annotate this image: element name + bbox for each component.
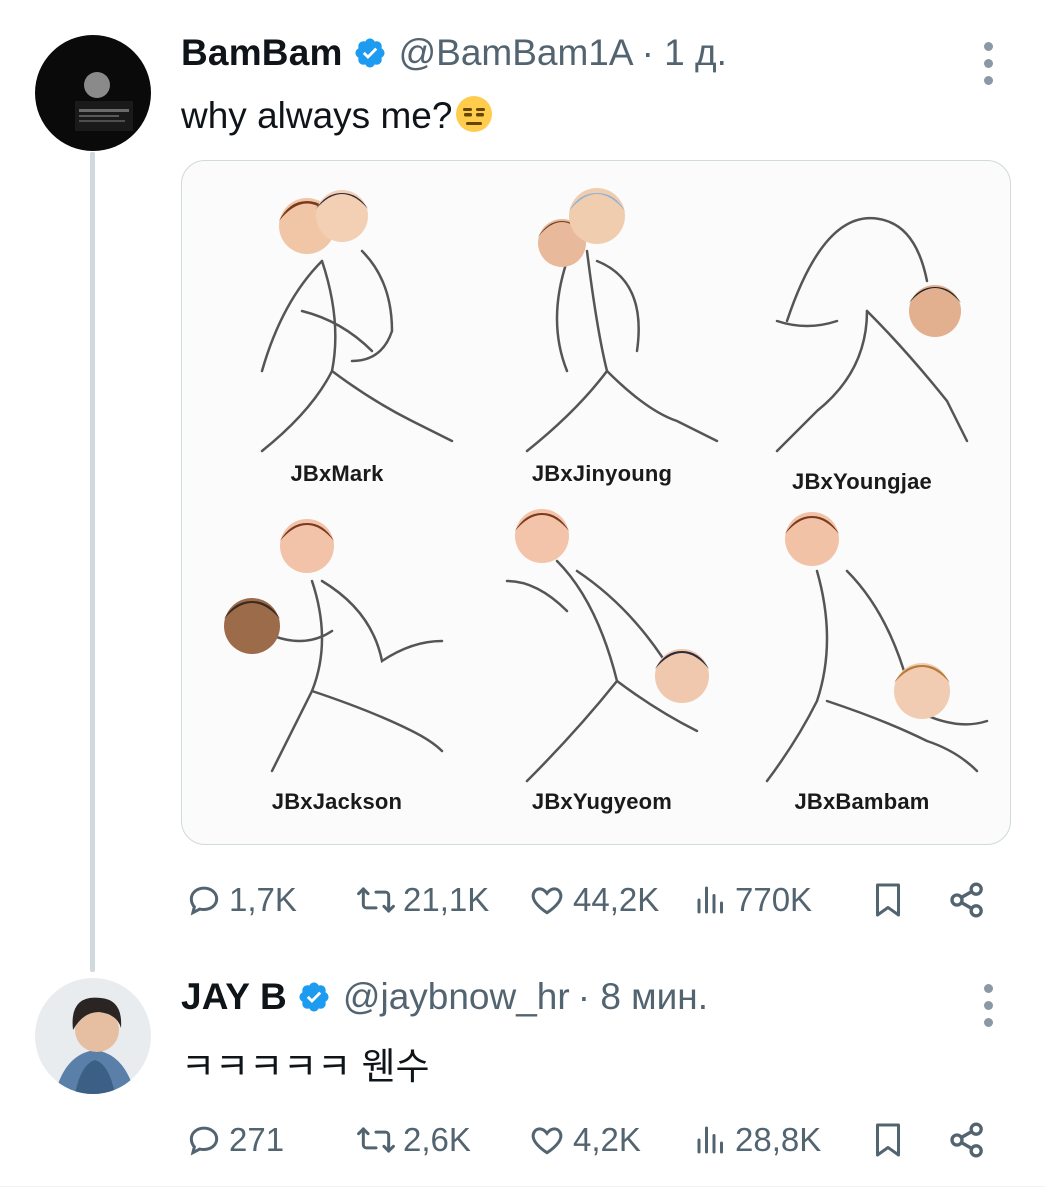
expressionless-face-emoji [456, 96, 493, 132]
heart-icon [531, 887, 563, 915]
author-name[interactable]: JAY B [181, 976, 287, 1018]
figure-drawing [505, 509, 709, 783]
heart-icon [531, 1127, 563, 1155]
verified-badge-icon [353, 36, 387, 70]
bookmark-icon [876, 883, 900, 917]
repost-icon [357, 887, 395, 913]
like-count: 4,2K [573, 1121, 641, 1158]
reply-count: 1,7K [229, 881, 297, 918]
bookmark-button[interactable] [870, 1120, 912, 1160]
more-options-icon[interactable] [978, 984, 998, 1027]
views-count: 28,8K [735, 1121, 822, 1158]
repost-count: 21,1K [403, 881, 490, 918]
views-chart-icon [697, 1126, 723, 1154]
tweet-timestamp[interactable]: · 1 д. [642, 32, 727, 74]
repost-icon [357, 1127, 395, 1153]
bookmark-button[interactable] [870, 880, 912, 920]
verified-badge-icon [297, 980, 331, 1014]
figure-drawing [525, 188, 719, 453]
reply-icon [189, 1126, 219, 1156]
views-button[interactable]: 28,8K [693, 1121, 821, 1159]
share-icon [950, 1122, 983, 1158]
reply-text: ㅋㅋㅋㅋㅋ 웬수 [181, 1046, 430, 1087]
avatar[interactable] [35, 35, 151, 151]
reply-button[interactable]: 1,7K [185, 881, 297, 919]
media-panel-4: JBxJackson [202, 501, 472, 831]
share-button[interactable] [947, 1120, 993, 1160]
media-label: JBxJinyoung [531, 461, 673, 486]
media-panel-3: JBxYoungjae [727, 171, 997, 501]
repost-button[interactable]: 2,6K [355, 1121, 471, 1159]
media-panel-1: JBxMark [202, 171, 472, 501]
media-label: JBxJackson [271, 789, 403, 814]
media-label: JBxMark [290, 461, 384, 486]
reply-actions-bar: 271 2,6K 4,2K 28,8K [185, 1118, 995, 1162]
author-handle[interactable]: @BamBam1A [399, 32, 634, 74]
tweet-text-content: why always me? [181, 95, 453, 136]
thread-connector-line [90, 152, 95, 972]
reply-timestamp[interactable]: · 8 мин. [578, 976, 708, 1018]
figure-drawing [765, 512, 989, 783]
reply-button[interactable]: 271 [185, 1121, 284, 1159]
figure-drawing [775, 216, 969, 453]
share-button[interactable] [947, 880, 993, 920]
media-panel-2: JBxJinyoung [467, 171, 737, 501]
tweet-header: BamBam @BamBam1A · 1 д. [181, 32, 727, 74]
media-panel-6: JBxBambam [727, 501, 997, 831]
reply-icon [189, 886, 219, 916]
avatar[interactable] [35, 978, 151, 1094]
views-button[interactable]: 770K [693, 881, 812, 919]
like-button[interactable]: 44,2K [527, 881, 659, 919]
media-label: JBxYugyeom [531, 789, 673, 814]
media-panel-5: JBxYugyeom [467, 501, 737, 831]
views-chart-icon [697, 886, 723, 914]
share-icon [950, 882, 983, 918]
bookmark-icon [876, 1123, 900, 1157]
reply-count: 271 [229, 1121, 285, 1158]
more-options-icon[interactable] [978, 42, 998, 85]
author-handle[interactable]: @jaybnow_hr [343, 976, 570, 1018]
figure-drawing [224, 519, 444, 773]
author-name[interactable]: BamBam [181, 32, 343, 74]
media-label: JBxBambam [794, 789, 930, 814]
like-count: 44,2K [573, 881, 660, 918]
avatar-image [35, 978, 151, 1094]
views-count: 770K [735, 881, 813, 918]
like-button[interactable]: 4,2K [527, 1121, 641, 1159]
reply-header: JAY B @jaybnow_hr · 8 мин. [181, 976, 708, 1018]
figure-drawing [260, 190, 454, 453]
tweet-media-image[interactable]: JBxMark JBxJinyoung JBxYoungjae JBxJacks… [181, 160, 1011, 845]
repost-count: 2,6K [403, 1121, 471, 1158]
avatar-image [35, 35, 151, 151]
media-label: JBxYoungjae [792, 469, 932, 494]
tweet-actions-bar: 1,7K 21,1K 44,2K 770K [185, 878, 995, 922]
tweet-text: why always me? [181, 94, 494, 137]
divider [0, 1186, 1045, 1187]
repost-button[interactable]: 21,1K [355, 881, 489, 919]
